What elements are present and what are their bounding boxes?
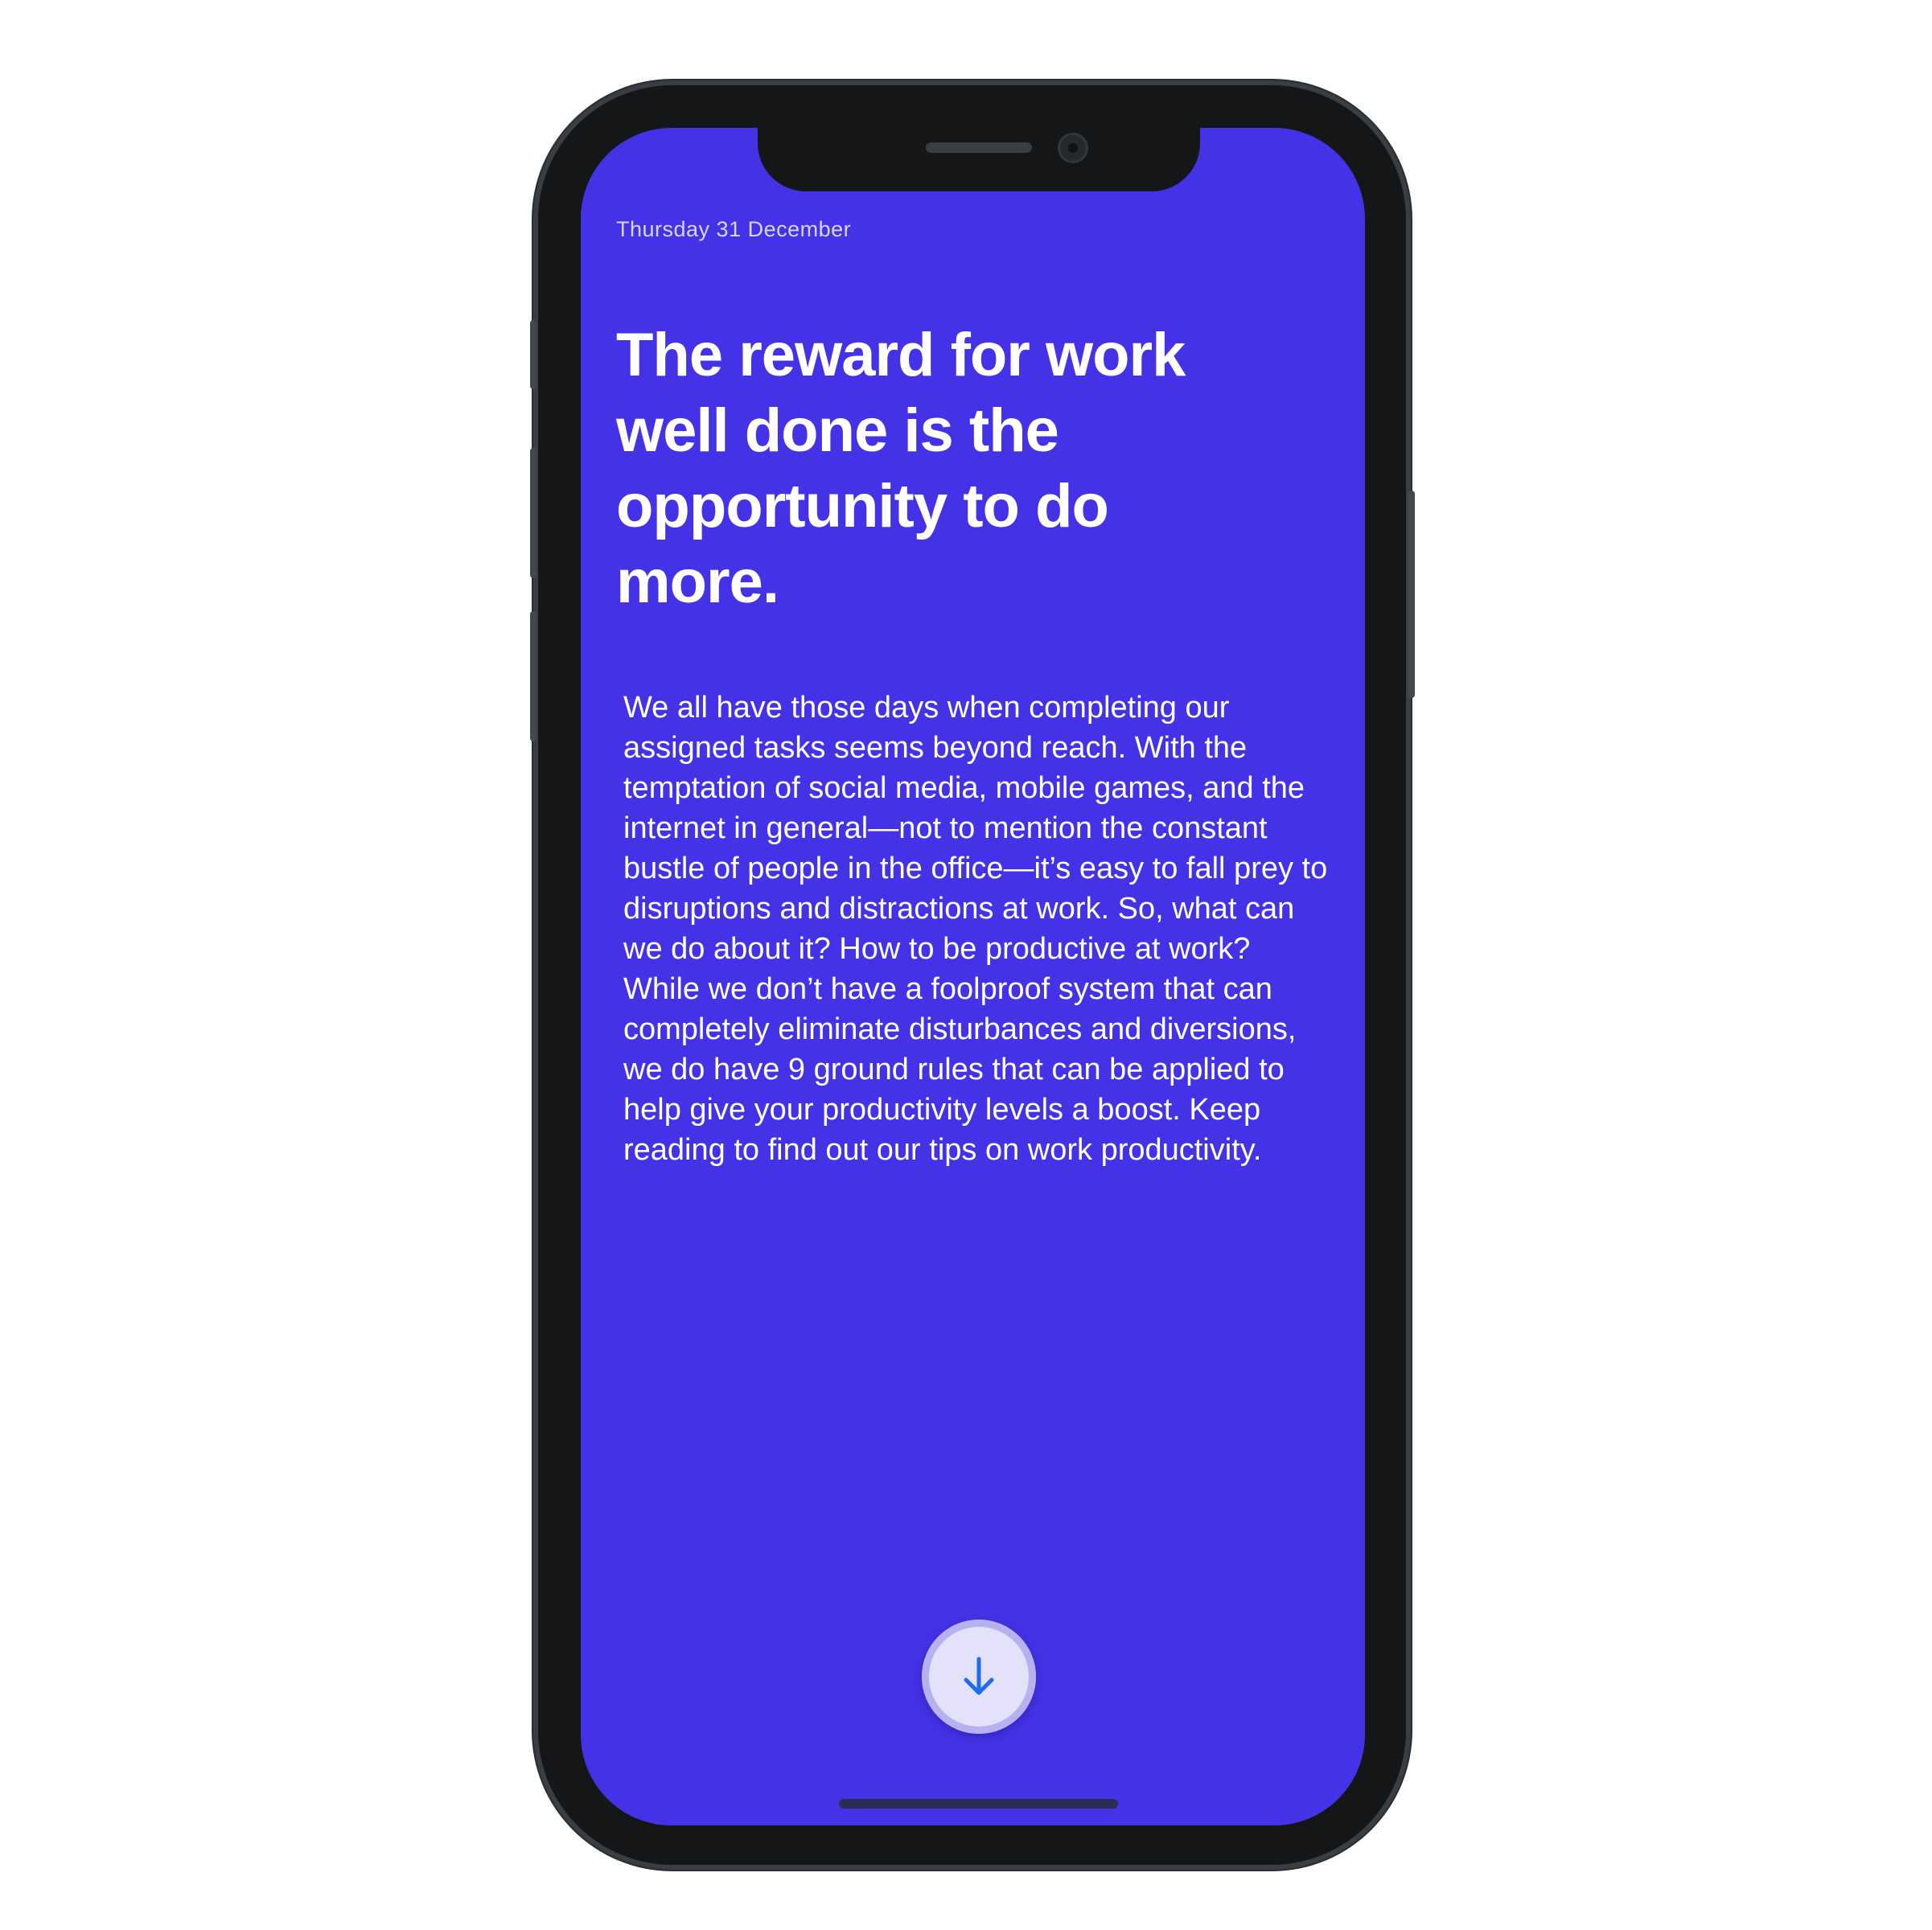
arrow-down-icon xyxy=(964,1657,994,1695)
date-label: Thursday 31 December xyxy=(616,217,852,241)
notch xyxy=(758,128,1200,191)
scroll-down-button[interactable] xyxy=(922,1620,1036,1734)
article-body: We all have those days when completing o… xyxy=(623,691,1328,1167)
speaker-grille xyxy=(926,142,1032,153)
front-camera xyxy=(1058,133,1088,163)
article-headline: The reward for work well done is the opp… xyxy=(616,321,1186,616)
power-button xyxy=(1408,491,1415,698)
home-indicator[interactable] xyxy=(839,1799,1118,1809)
mute-switch xyxy=(530,320,536,389)
volume-up-button xyxy=(530,448,536,578)
volume-down-button xyxy=(530,611,536,741)
device-stage: Thursday 31 December The reward for work… xyxy=(0,0,1932,1930)
